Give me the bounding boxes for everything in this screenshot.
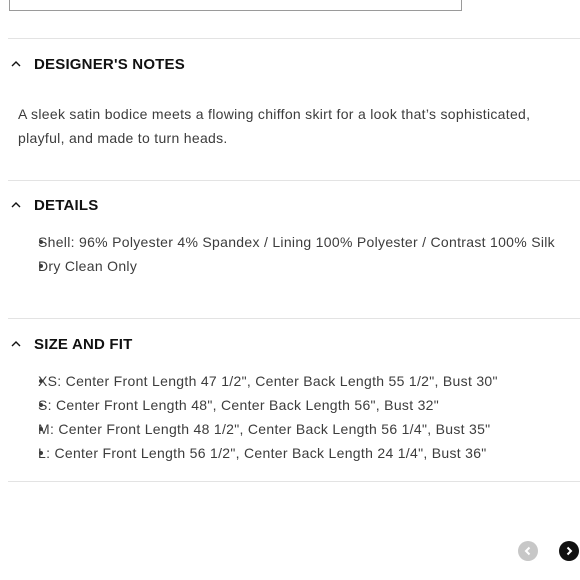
list-item: S: Center Front Length 48", Center Back … — [38, 397, 440, 413]
section-title: DESIGNER'S NOTES — [34, 55, 185, 73]
list-item: Shell: 96% Polyester 4% Spandex / Lining… — [38, 234, 555, 250]
list-item: L: Center Front Length 56 1/2", Center B… — [38, 445, 487, 461]
chevron-left-icon — [524, 546, 531, 556]
list-item: M: Center Front Length 48 1/2", Center B… — [38, 421, 491, 437]
size-selector-box[interactable] — [9, 0, 462, 11]
product-info-panel: DESIGNER'S NOTES A sleek satin bodice me… — [0, 0, 580, 580]
divider — [8, 481, 580, 482]
designers-notes-text: A sleek satin bodice meets a flowing chi… — [18, 106, 531, 146]
size-and-fit-list: XS: Center Front Length 47 1/2", Center … — [18, 369, 573, 465]
chevron-up-icon — [9, 198, 23, 212]
list-item: Dry Clean Only — [38, 258, 138, 274]
chevron-up-icon — [9, 57, 23, 71]
previous-button[interactable] — [518, 541, 538, 561]
divider — [8, 180, 580, 181]
accordion-header-details[interactable]: DETAILS — [8, 194, 98, 216]
divider — [8, 318, 580, 319]
chevron-up-icon — [9, 337, 23, 351]
section-title: DETAILS — [34, 196, 99, 214]
list-item: XS: Center Front Length 47 1/2", Center … — [38, 373, 498, 389]
accordion-header-size-and-fit[interactable]: SIZE AND FIT — [8, 333, 133, 355]
divider — [8, 38, 580, 39]
accordion-header-designers-notes[interactable]: DESIGNER'S NOTES — [8, 53, 185, 75]
details-list: Shell: 96% Polyester 4% Spandex / Lining… — [18, 230, 573, 278]
chevron-right-icon — [566, 546, 573, 556]
next-button[interactable] — [559, 541, 579, 561]
section-title: SIZE AND FIT — [34, 335, 133, 353]
